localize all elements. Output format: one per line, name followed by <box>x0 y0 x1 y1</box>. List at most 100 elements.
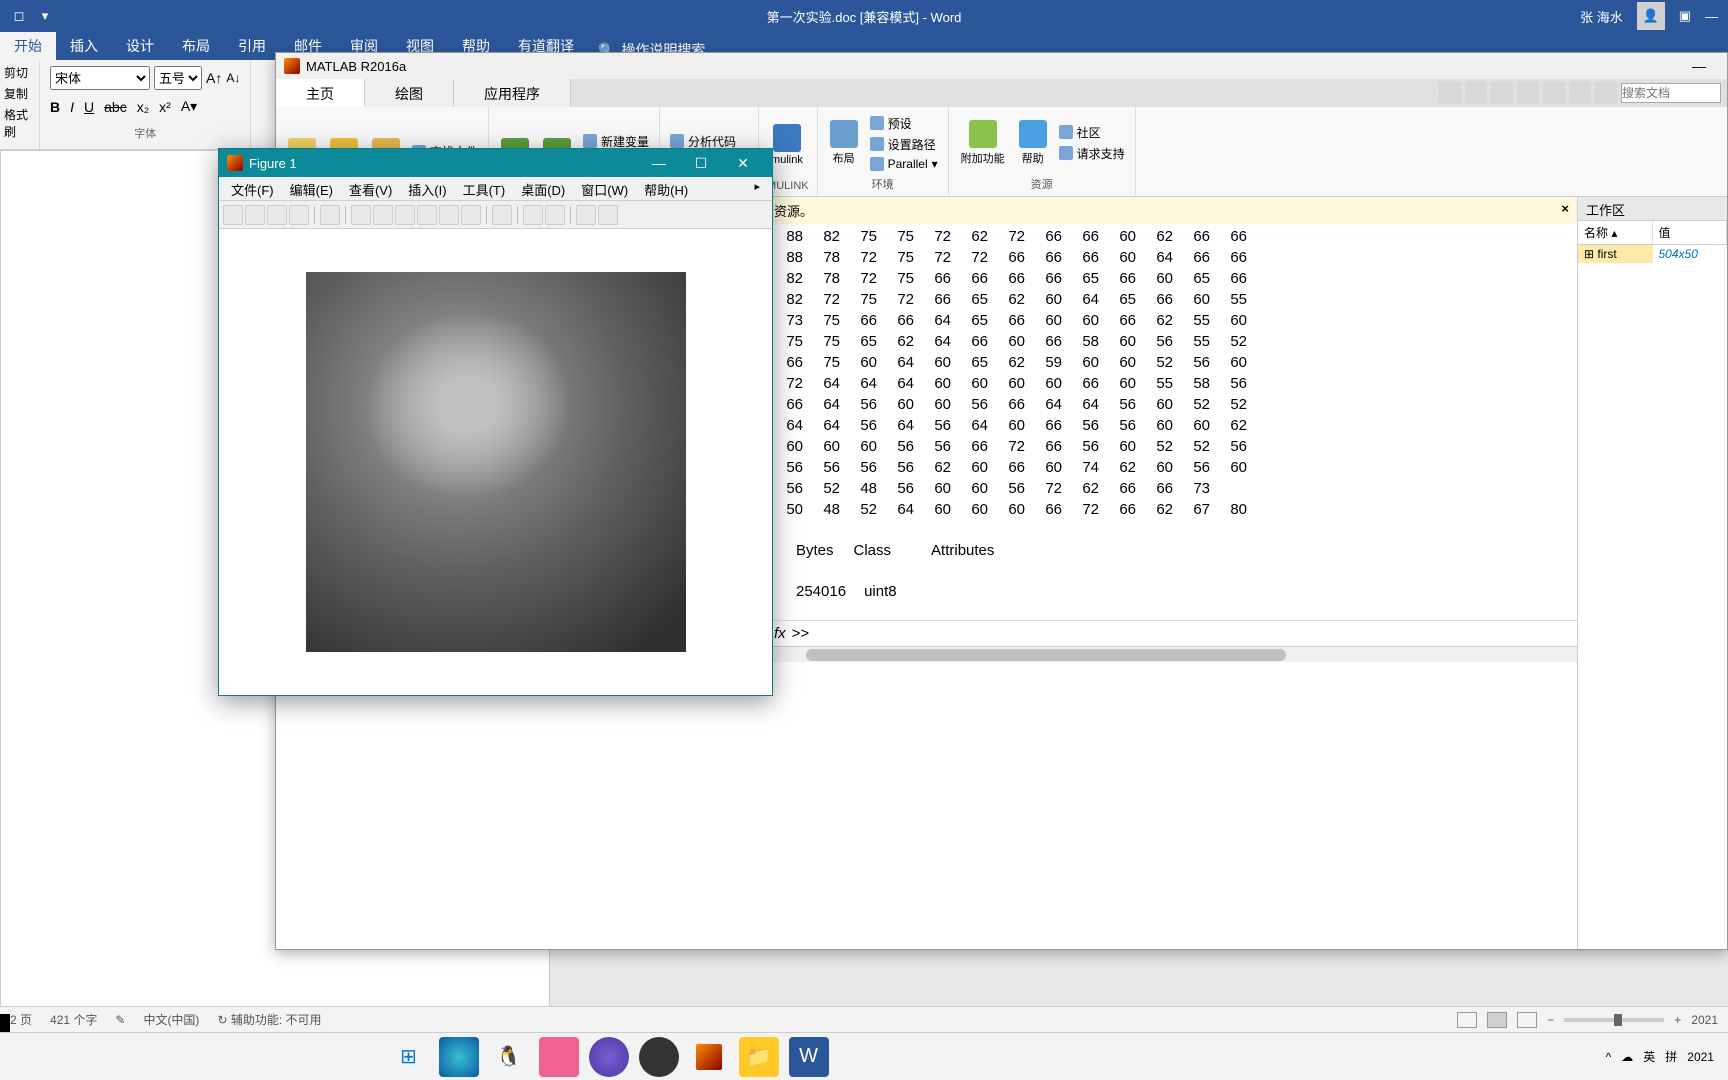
matlab-tab-apps[interactable]: 应用程序 <box>454 79 571 107</box>
request-support-button[interactable]: 请求支持 <box>1057 144 1127 163</box>
dock-icon[interactable] <box>576 205 596 225</box>
web-layout-button[interactable] <box>1517 1012 1537 1028</box>
matlab-tab-home[interactable]: 主页 <box>276 79 365 107</box>
spell-check-icon[interactable]: ✎ <box>115 1013 125 1027</box>
qat-paste-icon[interactable] <box>1517 82 1539 104</box>
font-name-select[interactable]: 宋体 <box>50 66 150 90</box>
figure-minimize-button[interactable]: — <box>638 150 680 176</box>
workspace-variable-row[interactable]: ⊞ first 504x50 <box>1578 245 1727 263</box>
figure-menu-view[interactable]: 查看(V) <box>341 177 400 200</box>
addons-button[interactable]: 附加功能 <box>957 118 1009 168</box>
font-color-button[interactable]: A▾ <box>181 98 197 115</box>
matlab-tab-plots[interactable]: 绘图 <box>365 79 454 107</box>
zoom-out-icon[interactable] <box>373 205 393 225</box>
layout-button[interactable]: 布局 <box>826 118 862 168</box>
figure-menu-window[interactable]: 窗口(W) <box>573 177 636 200</box>
figure-menu-edit[interactable]: 编辑(E) <box>282 177 341 200</box>
superscript-button[interactable]: x² <box>159 99 171 115</box>
matlab-app-icon[interactable] <box>689 1037 729 1077</box>
figure-menu-help[interactable]: 帮助(H) <box>636 177 696 200</box>
matlab-title-bar[interactable]: MATLAB R2016a — <box>276 53 1727 79</box>
open-figure-icon[interactable] <box>245 205 265 225</box>
ime-lang-en[interactable]: 英 <box>1643 1048 1655 1065</box>
grow-font-icon[interactable]: A↑ <box>206 70 222 86</box>
figure-menu-desktop[interactable]: 桌面(D) <box>513 177 573 200</box>
edge-app-icon[interactable] <box>439 1037 479 1077</box>
link-icon[interactable] <box>492 205 512 225</box>
close-banner-button[interactable]: × <box>1561 201 1569 220</box>
figure-maximize-button[interactable]: ☐ <box>680 150 722 176</box>
set-path-button[interactable]: 设置路径 <box>868 135 940 154</box>
explorer-app-icon[interactable]: 📁 <box>739 1037 779 1077</box>
font-size-select[interactable]: 五号 <box>154 66 202 90</box>
command-prompt[interactable]: fx >> <box>766 620 1577 646</box>
doc-search-input[interactable] <box>1621 83 1721 103</box>
ws-col-value[interactable]: 值 <box>1653 221 1728 244</box>
print-icon[interactable] <box>289 205 309 225</box>
qq-app-icon[interactable]: 🐧 <box>489 1037 529 1077</box>
subscript-button[interactable]: x₂ <box>137 99 149 115</box>
strike-button[interactable]: abc <box>104 99 127 115</box>
ribbon-display-icon[interactable]: ▣ <box>1679 8 1691 24</box>
figure-window[interactable]: Figure 1 — ☐ ✕ 文件(F) 编辑(E) 查看(V) 插入(I) 工… <box>218 148 773 696</box>
figure-menu-more-icon[interactable]: ▸ <box>746 177 768 200</box>
user-name[interactable]: 张 海水 <box>1580 7 1623 26</box>
figure-menu-file[interactable]: 文件(F) <box>223 177 282 200</box>
onedrive-icon[interactable]: ☁ <box>1621 1050 1633 1064</box>
community-button[interactable]: 社区 <box>1057 123 1127 142</box>
qat-redo-icon[interactable] <box>1569 82 1591 104</box>
obs-app-icon[interactable] <box>639 1037 679 1077</box>
tab-home[interactable]: 开始 <box>0 32 56 60</box>
legend-icon[interactable] <box>545 205 565 225</box>
tab-insert[interactable]: 插入 <box>56 32 112 60</box>
simulink-button[interactable]: mulink <box>767 122 807 168</box>
zoom-in-button[interactable]: + <box>1674 1013 1681 1027</box>
brush-icon[interactable] <box>461 205 481 225</box>
qat-undo-icon[interactable] <box>1543 82 1565 104</box>
layout-icon[interactable] <box>598 205 618 225</box>
pan-icon[interactable] <box>395 205 415 225</box>
tray-chevron-icon[interactable]: ^ <box>1606 1050 1612 1064</box>
underline-button[interactable]: U <box>84 99 94 115</box>
minimize-button[interactable]: — <box>1705 9 1718 24</box>
browser-app-icon[interactable] <box>589 1037 629 1077</box>
qat-cut-icon[interactable] <box>1465 82 1487 104</box>
qat-dropdown-icon[interactable]: ▾ <box>36 7 54 25</box>
tab-references[interactable]: 引用 <box>224 32 280 60</box>
read-mode-button[interactable] <box>1457 1012 1477 1028</box>
zoom-slider[interactable] <box>1564 1018 1664 1022</box>
rotate-icon[interactable] <box>417 205 437 225</box>
accessibility-status[interactable]: ↻ 辅助功能: 不可用 <box>217 1011 321 1028</box>
help-button[interactable]: 帮助 <box>1015 118 1051 168</box>
qat-copy-icon[interactable] <box>1491 82 1513 104</box>
copy-button[interactable]: 复制 <box>4 85 35 102</box>
clock-label[interactable]: 2021 <box>1687 1050 1714 1064</box>
matlab-minimize-button[interactable]: — <box>1679 54 1719 78</box>
data-cursor-icon[interactable] <box>439 205 459 225</box>
page-status[interactable]: 2 页 <box>10 1011 32 1028</box>
new-figure-icon[interactable] <box>223 205 243 225</box>
qat-help-icon[interactable] <box>1595 82 1617 104</box>
tab-design[interactable]: 设计 <box>112 32 168 60</box>
tab-layout[interactable]: 布局 <box>168 32 224 60</box>
figure-title-bar[interactable]: Figure 1 — ☐ ✕ <box>219 149 772 177</box>
figure-menu-tools[interactable]: 工具(T) <box>455 177 514 200</box>
command-window[interactable]: 资源。 × 8882757572627266666062666688787275… <box>766 197 1577 949</box>
horizontal-scrollbar[interactable] <box>766 646 1577 662</box>
colorbar-icon[interactable] <box>523 205 543 225</box>
shrink-font-icon[interactable]: A↓ <box>226 71 240 85</box>
italic-button[interactable]: I <box>70 99 74 115</box>
format-painter-button[interactable]: 格式刷 <box>4 106 35 140</box>
language-status[interactable]: 中文(中国) <box>143 1011 199 1028</box>
pink-app-icon[interactable] <box>539 1037 579 1077</box>
pointer-icon[interactable] <box>320 205 340 225</box>
cut-button[interactable]: 剪切 <box>4 64 35 81</box>
zoom-out-button[interactable]: − <box>1547 1013 1554 1027</box>
ime-mode-pinyin[interactable]: 拼 <box>1665 1048 1677 1065</box>
qat-save-icon[interactable] <box>1439 82 1461 104</box>
save-figure-icon[interactable] <box>267 205 287 225</box>
parallel-button[interactable]: Parallel ▾ <box>868 156 940 172</box>
start-button[interactable]: ⊞ <box>389 1037 429 1077</box>
word-count[interactable]: 421 个字 <box>50 1011 97 1028</box>
figure-close-button[interactable]: ✕ <box>722 150 764 176</box>
